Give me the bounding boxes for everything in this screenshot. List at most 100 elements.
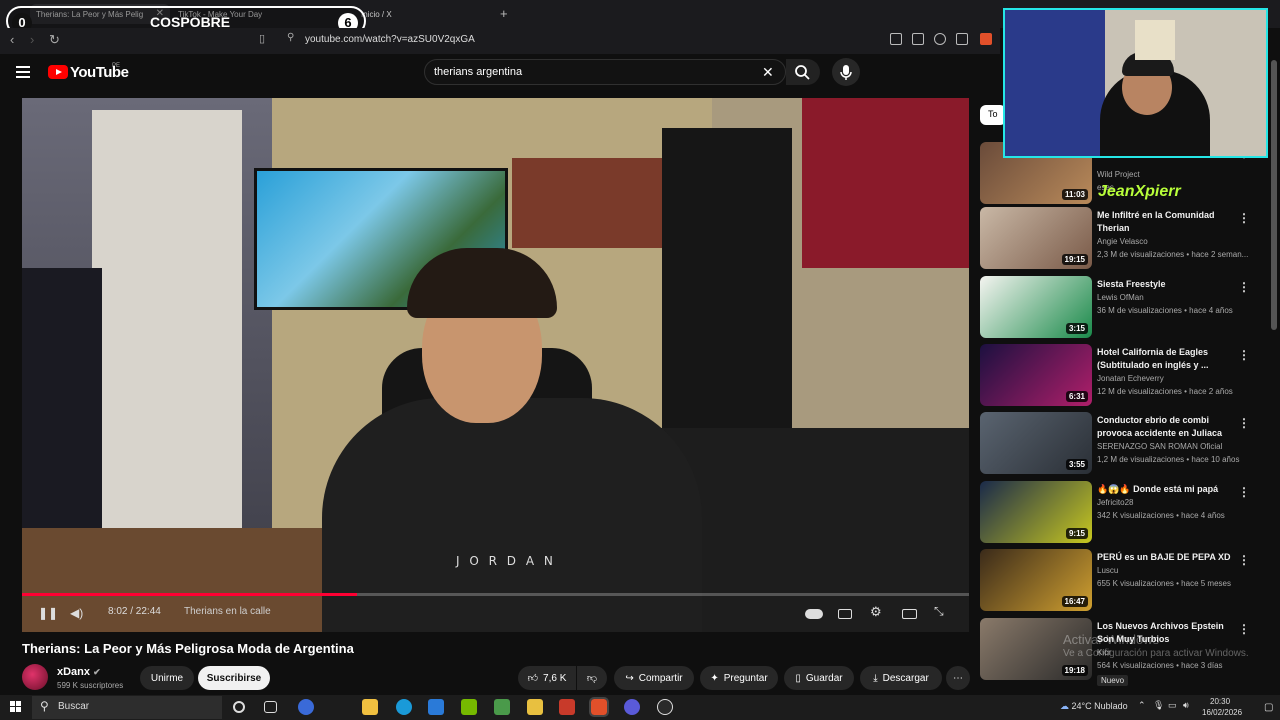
recommendation-item[interactable]: 19:15 Me Infiltré en la Comunidad Therian… xyxy=(980,207,1260,273)
forward-icon[interactable]: › xyxy=(30,32,34,47)
duration-badge: 19:15 xyxy=(1061,254,1088,265)
mail-icon[interactable] xyxy=(428,699,444,715)
nvidia-icon[interactable] xyxy=(461,699,477,715)
channel-avatar[interactable] xyxy=(22,664,48,690)
settings-icon[interactable]: ⚙ xyxy=(870,604,882,620)
more-actions-icon[interactable]: ⋯ xyxy=(946,666,970,690)
recommendation-channel[interactable]: Jefricito28 xyxy=(1097,498,1133,507)
clear-search-icon[interactable]: ✕ xyxy=(762,64,774,81)
recommendation-channel[interactable]: Jonatan Echeverry xyxy=(1097,374,1164,383)
discord-icon[interactable] xyxy=(624,699,640,715)
obs-icon[interactable] xyxy=(657,699,673,715)
channel-name[interactable]: xDanx ✔ xyxy=(57,666,101,678)
store-icon[interactable] xyxy=(362,699,378,715)
subtitles-icon[interactable] xyxy=(838,609,852,619)
menu-icon[interactable] xyxy=(16,66,30,78)
extension-icon[interactable] xyxy=(890,33,902,45)
search-query[interactable]: therians argentina xyxy=(434,66,522,78)
recommendation-item[interactable]: 16:47 PERÚ es un BAJE DE PEPA XD Luscu 655 … xyxy=(980,549,1260,615)
recommendation-channel[interactable]: Wild Project xyxy=(1097,170,1140,179)
cortana-icon[interactable] xyxy=(233,701,245,713)
tray-chevron-icon[interactable]: ⌃ xyxy=(1138,700,1146,711)
reader-icon[interactable] xyxy=(934,33,946,45)
recommendation-title[interactable]: 🔥😱🔥 Donde está mi papá xyxy=(1097,483,1237,496)
edge-icon[interactable] xyxy=(396,699,412,715)
taskbar-search-placeholder[interactable]: Buscar xyxy=(58,701,89,712)
file-explorer-icon[interactable] xyxy=(527,699,543,715)
recommendation-channel[interactable]: Luscu xyxy=(1097,566,1118,575)
progress-bar[interactable] xyxy=(22,593,969,596)
cast-icon[interactable] xyxy=(912,33,924,45)
url-field[interactable]: youtube.com/watch?v=azSU0V2qxGA xyxy=(305,34,475,45)
more-options-icon[interactable]: ⋮ xyxy=(1238,211,1250,225)
recommendation-item[interactable]: 3:15 Siesta Freestyle Lewis OfMan 36 M de v… xyxy=(980,276,1260,342)
recommendation-channel[interactable]: Angie Velasco xyxy=(1097,237,1148,246)
share-button[interactable]: ↪ Compartir xyxy=(614,666,694,690)
subscribe-button[interactable]: Suscribirse xyxy=(198,666,270,690)
autoplay-toggle[interactable] xyxy=(805,609,823,619)
more-options-icon[interactable]: ⋮ xyxy=(1238,280,1250,294)
bookmark-icon[interactable]: ▯ xyxy=(259,32,265,45)
recommendation-channel[interactable]: SERENAZGO SAN ROMAN Oficial xyxy=(1097,442,1222,451)
exit-fullscreen-icon[interactable]: ⤡ xyxy=(934,604,944,619)
recommendation-title[interactable]: Siesta Freestyle xyxy=(1097,278,1237,291)
more-options-icon[interactable]: ⋮ xyxy=(1238,416,1250,430)
voice-search-button[interactable] xyxy=(832,58,860,86)
save-button[interactable]: ▯ Guardar xyxy=(784,666,854,690)
video-thumbnail[interactable]: 3:55 xyxy=(980,412,1092,474)
brave-icon[interactable] xyxy=(589,697,609,717)
notifications-icon[interactable]: ▢ xyxy=(1264,702,1273,713)
video-thumbnail[interactable]: 3:15 xyxy=(980,276,1092,338)
ask-button[interactable]: ✦ Preguntar xyxy=(700,666,778,690)
recommendation-title[interactable]: Hotel California de Eagles (Subtitulado … xyxy=(1097,346,1237,372)
recommendation-item[interactable]: 9:15 🔥😱🔥 Donde está mi papá Jefricito28 342… xyxy=(980,481,1260,547)
cloud-icon: ☁ xyxy=(1060,701,1069,711)
search-button[interactable] xyxy=(786,59,820,85)
reload-icon[interactable]: ↻ xyxy=(49,32,60,48)
video-player[interactable]: J O R D A N xyxy=(22,98,969,632)
join-button[interactable]: Unirme xyxy=(140,666,194,690)
more-options-icon[interactable]: ⋮ xyxy=(1238,622,1250,636)
pause-icon[interactable]: ❚❚ xyxy=(38,606,58,620)
webcam-overlay xyxy=(1003,8,1268,158)
recommendation-channel[interactable]: Lewis OfMan xyxy=(1097,293,1144,302)
app-icon[interactable] xyxy=(559,699,575,715)
volume-icon[interactable]: ◀) xyxy=(70,606,83,620)
miniplayer-icon[interactable] xyxy=(902,609,917,619)
volume-tray-icon[interactable]: 🔊︎ xyxy=(1183,700,1189,711)
video-thumbnail[interactable]: 19:15 xyxy=(980,207,1092,269)
clock-time[interactable]: 20:30 xyxy=(1210,697,1230,706)
video-thumbnail[interactable]: 9:15 xyxy=(980,481,1092,543)
back-icon[interactable]: ‹ xyxy=(10,32,14,47)
dislike-button[interactable]: 👎︎ xyxy=(577,666,607,690)
recommendation-item[interactable]: 6:31 Hotel California de Eagles (Subtitul… xyxy=(980,344,1260,410)
windows-start-icon[interactable] xyxy=(10,701,22,713)
network-icon[interactable]: ▭ xyxy=(1168,700,1177,711)
recommendation-item[interactable]: 3:55 Conductor ebrio de combi provoca acc… xyxy=(980,412,1260,478)
microphone-tray-icon[interactable]: 🎙︎ xyxy=(1153,700,1164,711)
recommendation-title[interactable]: PERÚ es un BAJE DE PEPA XD xyxy=(1097,551,1237,564)
like-button[interactable]: 👍︎ 7,6 K xyxy=(518,666,576,690)
more-options-icon[interactable]: ⋮ xyxy=(1238,485,1250,499)
tab-x[interactable]: Inicio / X xyxy=(355,4,505,24)
minecraft-icon[interactable] xyxy=(494,699,510,715)
new-tab-icon[interactable]: + xyxy=(500,6,508,21)
video-thumbnail[interactable]: 16:47 xyxy=(980,549,1092,611)
more-options-icon[interactable]: ⋮ xyxy=(1238,553,1250,567)
site-info-icon[interactable]: ⚲ xyxy=(287,32,294,43)
recommendation-title[interactable]: Me Infiltré en la Comunidad Therian xyxy=(1097,209,1237,235)
windows-activation-title: Activar Windows xyxy=(1063,632,1160,647)
youtube-logo-icon[interactable] xyxy=(48,65,68,79)
clock-date[interactable]: 16/02/2026 xyxy=(1202,708,1242,717)
weather-widget[interactable]: ☁ 24°C Nublado xyxy=(1060,701,1128,712)
chapter-title[interactable]: Therians en la calle xyxy=(184,606,271,617)
brave-shield-icon[interactable] xyxy=(980,33,992,45)
video-thumbnail[interactable]: 6:31 xyxy=(980,344,1092,406)
widget-icon[interactable] xyxy=(298,699,314,715)
more-options-icon[interactable]: ⋮ xyxy=(1238,348,1250,362)
recommendation-title[interactable]: Conductor ebrio de combi provoca acciden… xyxy=(1097,414,1237,440)
download-button[interactable]: ⤓ Descargar xyxy=(860,666,942,690)
scrollbar[interactable] xyxy=(1271,60,1277,330)
task-view-icon[interactable] xyxy=(264,701,277,713)
share-page-icon[interactable] xyxy=(956,33,968,45)
